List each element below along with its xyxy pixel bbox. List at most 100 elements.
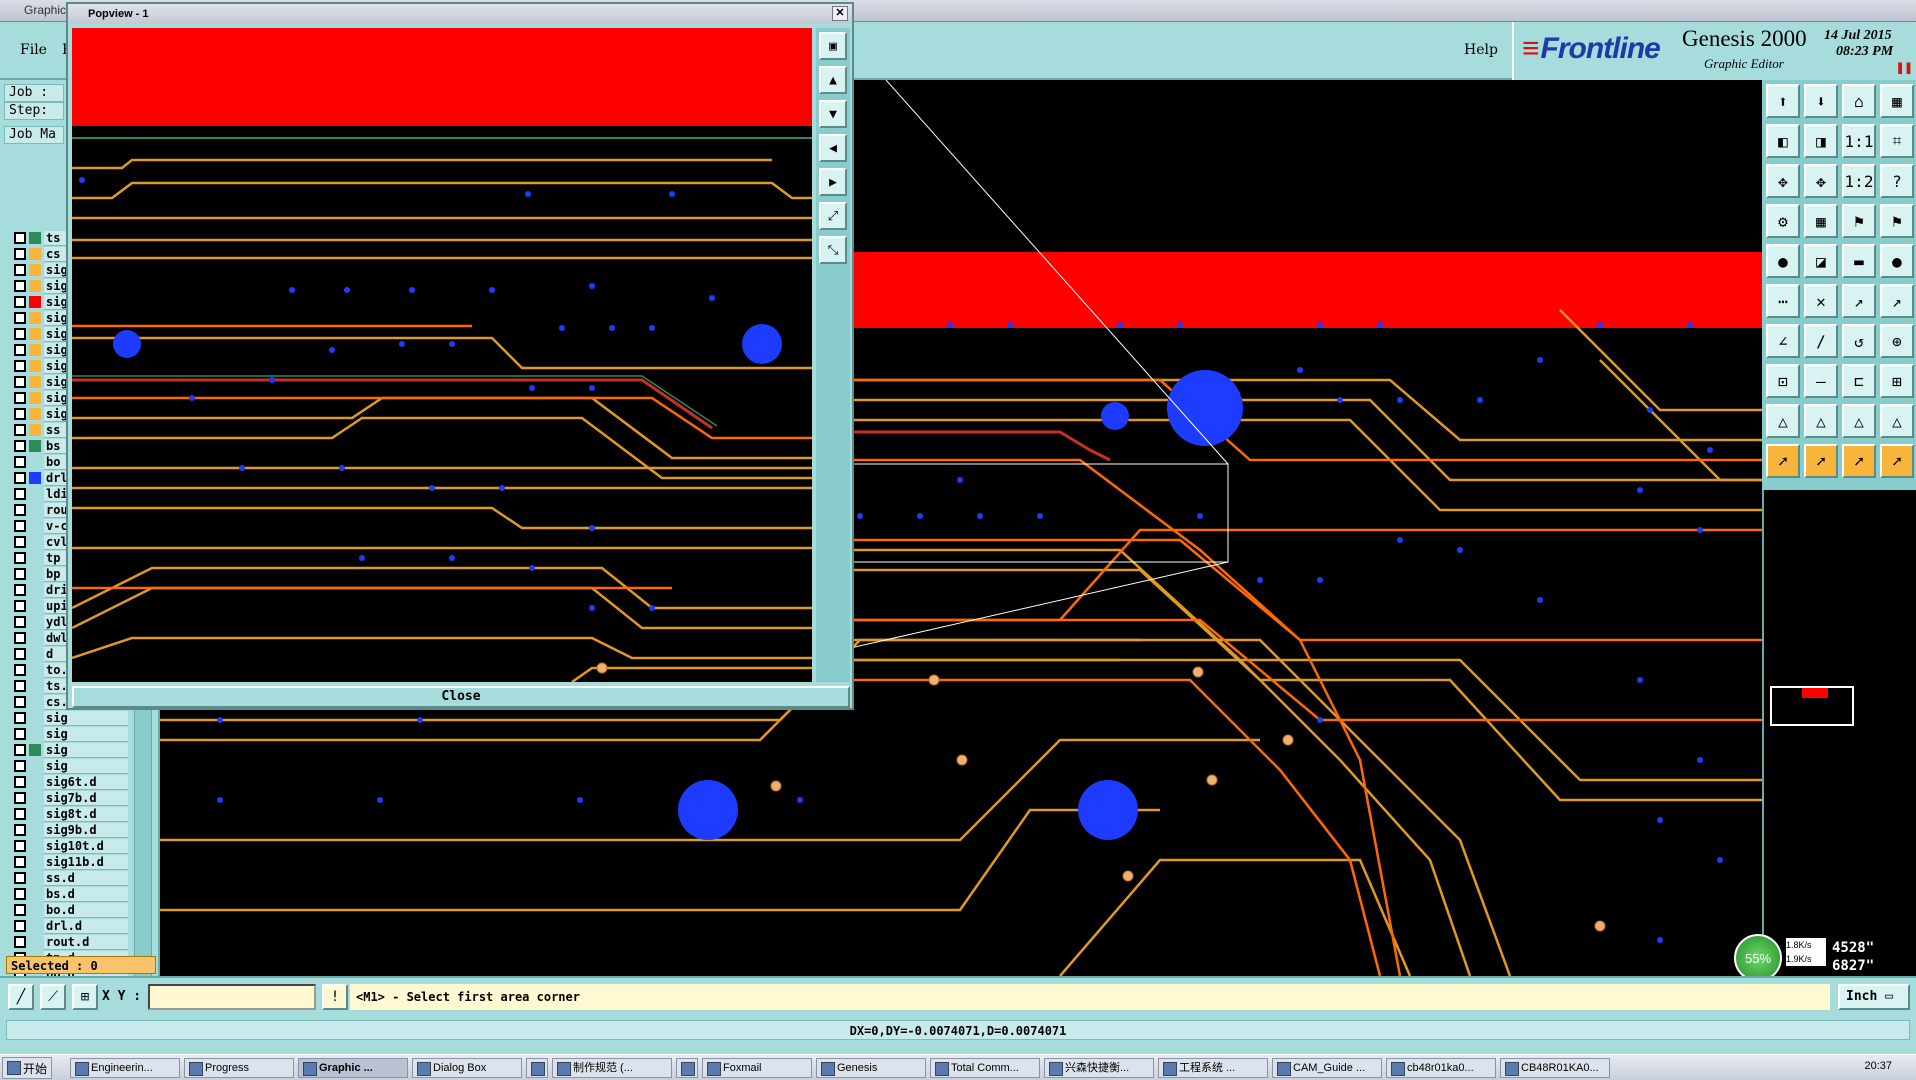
tool-button-6-icon[interactable]: 1:1 (1842, 124, 1876, 158)
menu-file[interactable]: File (20, 42, 47, 58)
layer-checkbox[interactable] (14, 616, 26, 628)
tool-button-20-icon[interactable]: ⋯ (1766, 284, 1800, 318)
taskbar-item[interactable] (676, 1058, 698, 1078)
layer-row[interactable]: sig8t.d (8, 806, 130, 822)
zoom-in-icon[interactable]: ⤢ (819, 202, 847, 230)
tool-button-4-icon[interactable]: ◧ (1766, 124, 1800, 158)
tool-button-30-icon[interactable]: ⊏ (1842, 364, 1876, 398)
layer-row[interactable]: sig (8, 742, 130, 758)
layer-checkbox[interactable] (14, 392, 26, 404)
popview-close-icon[interactable]: ✕ (832, 6, 848, 21)
zoom-fit-icon[interactable]: ▣ (819, 32, 847, 60)
layer-name[interactable]: drl.d (44, 918, 128, 934)
taskbar-item[interactable]: 兴森快捷衡... (1044, 1058, 1154, 1078)
tool-button-5-icon[interactable]: ◨ (1804, 124, 1838, 158)
pan-down-icon[interactable]: ▼ (819, 100, 847, 128)
tool-button-25-icon[interactable]: ∕ (1804, 324, 1838, 358)
pause-icon[interactable]: ❚❚ (1896, 60, 1913, 76)
pan-left-icon[interactable]: ◀ (819, 134, 847, 162)
tool-button-26-icon[interactable]: ↺ (1842, 324, 1876, 358)
layer-row[interactable]: sig7b.d (8, 790, 130, 806)
tool-button-14-icon[interactable]: ⚑ (1842, 204, 1876, 238)
layer-row[interactable]: sig (8, 758, 130, 774)
layer-checkbox[interactable] (14, 648, 26, 660)
draw-arc-icon[interactable]: ⟋ (40, 984, 66, 1010)
layer-checkbox[interactable] (14, 312, 26, 324)
tool-button-10-icon[interactable]: 1:2 (1842, 164, 1876, 198)
start-button[interactable]: 开始 (2, 1057, 52, 1079)
tool-button-38-icon[interactable]: ➚ (1842, 444, 1876, 478)
pan-up-icon[interactable]: ▲ (819, 66, 847, 94)
layer-name[interactable]: sig (44, 742, 128, 758)
layer-checkbox[interactable] (14, 792, 26, 804)
tool-button-34-icon[interactable]: △ (1842, 404, 1876, 438)
layer-checkbox[interactable] (14, 824, 26, 836)
tool-button-2-icon[interactable]: ⌂ (1842, 84, 1876, 118)
layer-checkbox[interactable] (14, 248, 26, 260)
layer-row[interactable]: ss.d (8, 870, 130, 886)
layer-checkbox[interactable] (14, 232, 26, 244)
layer-checkbox[interactable] (14, 456, 26, 468)
layer-checkbox[interactable] (14, 632, 26, 644)
tool-button-27-icon[interactable]: ⊕ (1880, 324, 1914, 358)
tool-button-16-icon[interactable]: ● (1766, 244, 1800, 278)
layer-name[interactable]: sig8t.d (44, 806, 128, 822)
popview-pcb-view[interactable] (72, 28, 812, 682)
pan-right-icon[interactable]: ▶ (819, 168, 847, 196)
tool-button-33-icon[interactable]: △ (1804, 404, 1838, 438)
draw-line-icon[interactable]: ╱ (8, 984, 34, 1010)
layer-checkbox[interactable] (14, 776, 26, 788)
warning-icon[interactable]: ! (322, 984, 348, 1010)
layer-name[interactable]: sig6t.d (44, 774, 128, 790)
layer-checkbox[interactable] (14, 296, 26, 308)
taskbar-item[interactable]: CB48R01KA0... (1500, 1058, 1610, 1078)
layer-checkbox[interactable] (14, 264, 26, 276)
tool-button-7-icon[interactable]: ⌗ (1880, 124, 1914, 158)
popview-titlebar[interactable]: Popview - 1 ✕ (68, 4, 852, 24)
taskbar-item[interactable]: 工程系统 ... (1158, 1058, 1268, 1078)
popview-close-button[interactable]: Close (72, 686, 850, 708)
taskbar-item[interactable]: Genesis (816, 1058, 926, 1078)
layer-checkbox[interactable] (14, 696, 26, 708)
tool-button-11-icon[interactable]: ? (1880, 164, 1914, 198)
taskbar-item[interactable]: Dialog Box (412, 1058, 522, 1078)
layer-checkbox[interactable] (14, 712, 26, 724)
job-manager-button[interactable]: Job Ma (4, 126, 64, 144)
units-selector[interactable]: Inch ▭ (1838, 984, 1910, 1010)
layer-checkbox[interactable] (14, 856, 26, 868)
taskbar-item[interactable]: CAM_Guide ... (1272, 1058, 1382, 1078)
layer-checkbox[interactable] (14, 552, 26, 564)
taskbar-item[interactable] (526, 1058, 548, 1078)
layer-checkbox[interactable] (14, 488, 26, 500)
layer-checkbox[interactable] (14, 344, 26, 356)
layer-checkbox[interactable] (14, 408, 26, 420)
layer-checkbox[interactable] (14, 760, 26, 772)
layer-checkbox[interactable] (14, 936, 26, 948)
tool-button-13-icon[interactable]: ▦ (1804, 204, 1838, 238)
tool-button-1-icon[interactable]: ⬇ (1804, 84, 1838, 118)
layer-name[interactable]: rout.d (44, 934, 128, 950)
tool-button-39-icon[interactable]: ➚ (1880, 444, 1914, 478)
tool-button-0-icon[interactable]: ⬆ (1766, 84, 1800, 118)
taskbar-item[interactable]: Progress (184, 1058, 294, 1078)
layer-row[interactable]: bs.d (8, 886, 130, 902)
layer-checkbox[interactable] (14, 872, 26, 884)
layer-name[interactable]: bs.d (44, 886, 128, 902)
taskbar-item[interactable]: Foxmail (702, 1058, 812, 1078)
taskbar-item[interactable]: Graphic ... (298, 1058, 408, 1078)
layer-checkbox[interactable] (14, 568, 26, 580)
layer-checkbox[interactable] (14, 584, 26, 596)
layer-checkbox[interactable] (14, 600, 26, 612)
layer-checkbox[interactable] (14, 744, 26, 756)
taskbar-item[interactable]: Engineerin... (70, 1058, 180, 1078)
layer-checkbox[interactable] (14, 680, 26, 692)
layer-checkbox[interactable] (14, 424, 26, 436)
tool-button-24-icon[interactable]: ∠ (1766, 324, 1800, 358)
layer-checkbox[interactable] (14, 728, 26, 740)
layer-checkbox[interactable] (14, 840, 26, 852)
layer-row[interactable]: drl.d (8, 918, 130, 934)
navigation-panel[interactable]: 55% 1.8K/s 1.9K/s 4528" 6827" (1734, 490, 1916, 982)
taskbar-item[interactable]: cb48r01ka0... (1386, 1058, 1496, 1078)
layer-row[interactable]: bo.d (8, 902, 130, 918)
layer-checkbox[interactable] (14, 504, 26, 516)
